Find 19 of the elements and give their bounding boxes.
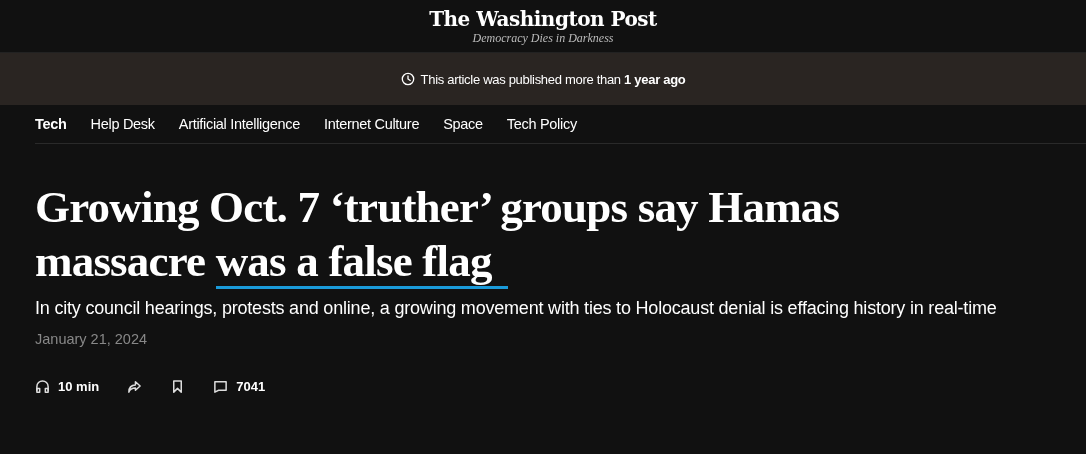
publish-date: January 21, 2024 (35, 331, 149, 347)
logo[interactable]: The Washington Post (429, 6, 657, 31)
nav-link[interactable]: Internet Culture (324, 116, 420, 132)
share-button[interactable] (127, 379, 143, 394)
headphones-icon (35, 379, 50, 394)
tagline: Democracy Dies in Darkness (472, 30, 614, 46)
subheadline: In city council hearings, protests and online, a growing movement with ties to Holocaust denial is effacing history in real-time (35, 297, 998, 320)
nav-link[interactable]: Space (443, 116, 483, 132)
listen-button[interactable]: 10 min (35, 379, 100, 394)
clock-icon (400, 72, 415, 86)
nav-link[interactable]: Tech (35, 116, 67, 132)
notice-text: This article was published more than 1 year ago (420, 71, 686, 87)
nav-link[interactable]: Artificial Intelligence (178, 116, 300, 132)
nav-link[interactable]: Tech Policy (506, 116, 577, 132)
comment-icon (213, 379, 229, 394)
headline: Growing Oct. 7 ‘truther’ groups say Hamas massacre was a false flag (35, 180, 935, 288)
comments-button[interactable]: 7041 (213, 379, 266, 394)
share-icon (127, 379, 143, 394)
nav-link[interactable]: Help Desk (90, 116, 155, 132)
